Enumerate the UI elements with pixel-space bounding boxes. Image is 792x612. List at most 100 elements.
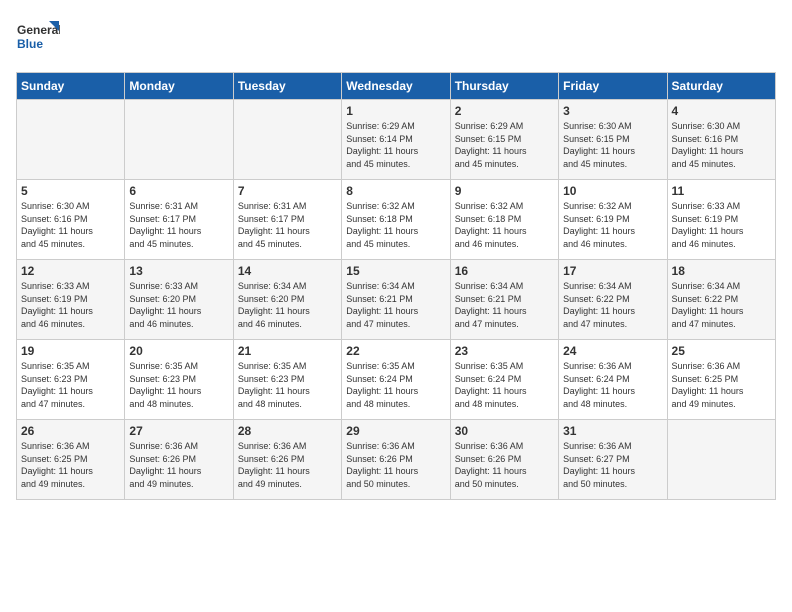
weekday-header-friday: Friday bbox=[559, 73, 667, 100]
day-info: Sunrise: 6:34 AMSunset: 6:20 PMDaylight:… bbox=[238, 280, 337, 330]
day-info: Sunrise: 6:36 AMSunset: 6:26 PMDaylight:… bbox=[238, 440, 337, 490]
day-info: Sunrise: 6:30 AMSunset: 6:15 PMDaylight:… bbox=[563, 120, 662, 170]
calendar-cell: 3 Sunrise: 6:30 AMSunset: 6:15 PMDaylight… bbox=[559, 100, 667, 180]
day-number: 6 bbox=[129, 184, 228, 198]
calendar-cell: 27 Sunrise: 6:36 AMSunset: 6:26 PMDayligh… bbox=[125, 420, 233, 500]
calendar-cell: 16 Sunrise: 6:34 AMSunset: 6:21 PMDayligh… bbox=[450, 260, 558, 340]
calendar-cell bbox=[125, 100, 233, 180]
day-number: 31 bbox=[563, 424, 662, 438]
calendar-cell bbox=[667, 420, 775, 500]
day-info: Sunrise: 6:32 AMSunset: 6:18 PMDaylight:… bbox=[455, 200, 554, 250]
calendar-cell: 6 Sunrise: 6:31 AMSunset: 6:17 PMDaylight… bbox=[125, 180, 233, 260]
day-info: Sunrise: 6:32 AMSunset: 6:19 PMDaylight:… bbox=[563, 200, 662, 250]
calendar-cell: 28 Sunrise: 6:36 AMSunset: 6:26 PMDayligh… bbox=[233, 420, 341, 500]
day-info: Sunrise: 6:30 AMSunset: 6:16 PMDaylight:… bbox=[672, 120, 771, 170]
day-info: Sunrise: 6:35 AMSunset: 6:23 PMDaylight:… bbox=[21, 360, 120, 410]
day-number: 17 bbox=[563, 264, 662, 278]
day-number: 16 bbox=[455, 264, 554, 278]
weekday-header-wednesday: Wednesday bbox=[342, 73, 450, 100]
calendar-cell: 4 Sunrise: 6:30 AMSunset: 6:16 PMDaylight… bbox=[667, 100, 775, 180]
calendar-cell: 2 Sunrise: 6:29 AMSunset: 6:15 PMDaylight… bbox=[450, 100, 558, 180]
day-number: 27 bbox=[129, 424, 228, 438]
svg-text:Blue: Blue bbox=[17, 37, 43, 51]
day-info: Sunrise: 6:36 AMSunset: 6:25 PMDaylight:… bbox=[672, 360, 771, 410]
calendar-cell: 7 Sunrise: 6:31 AMSunset: 6:17 PMDaylight… bbox=[233, 180, 341, 260]
day-number: 23 bbox=[455, 344, 554, 358]
day-info: Sunrise: 6:29 AMSunset: 6:15 PMDaylight:… bbox=[455, 120, 554, 170]
day-number: 10 bbox=[563, 184, 662, 198]
day-number: 13 bbox=[129, 264, 228, 278]
calendar-cell: 9 Sunrise: 6:32 AMSunset: 6:18 PMDaylight… bbox=[450, 180, 558, 260]
calendar-cell: 12Sunrise: 6:33 AMSunset: 6:19 PMDayligh… bbox=[17, 260, 125, 340]
day-info: Sunrise: 6:35 AMSunset: 6:23 PMDaylight:… bbox=[238, 360, 337, 410]
calendar-cell: 24Sunrise: 6:36 AMSunset: 6:24 PMDayligh… bbox=[559, 340, 667, 420]
day-number: 30 bbox=[455, 424, 554, 438]
calendar-cell: 23 Sunrise: 6:35 AMSunset: 6:24 PMDayligh… bbox=[450, 340, 558, 420]
logo-svg: General Blue bbox=[16, 16, 60, 60]
calendar-cell: 20Sunrise: 6:35 AMSunset: 6:23 PMDayligh… bbox=[125, 340, 233, 420]
calendar-week-1: 1 Sunrise: 6:29 AMSunset: 6:14 PMDaylight… bbox=[17, 100, 776, 180]
day-number: 9 bbox=[455, 184, 554, 198]
day-number: 3 bbox=[563, 104, 662, 118]
calendar-cell: 17Sunrise: 6:34 AMSunset: 6:22 PMDayligh… bbox=[559, 260, 667, 340]
day-info: Sunrise: 6:36 AMSunset: 6:27 PMDaylight:… bbox=[563, 440, 662, 490]
day-info: Sunrise: 6:36 AMSunset: 6:26 PMDaylight:… bbox=[129, 440, 228, 490]
day-info: Sunrise: 6:31 AMSunset: 6:17 PMDaylight:… bbox=[129, 200, 228, 250]
calendar-week-3: 12Sunrise: 6:33 AMSunset: 6:19 PMDayligh… bbox=[17, 260, 776, 340]
calendar-cell bbox=[17, 100, 125, 180]
calendar-cell: 31 Sunrise: 6:36 AMSunset: 6:27 PMDayligh… bbox=[559, 420, 667, 500]
day-number: 22 bbox=[346, 344, 445, 358]
weekday-header-sunday: Sunday bbox=[17, 73, 125, 100]
day-number: 24 bbox=[563, 344, 662, 358]
calendar-cell: 10 Sunrise: 6:32 AMSunset: 6:19 PMDayligh… bbox=[559, 180, 667, 260]
calendar-cell: 21 Sunrise: 6:35 AMSunset: 6:23 PMDayligh… bbox=[233, 340, 341, 420]
day-number: 11 bbox=[672, 184, 771, 198]
day-info: Sunrise: 6:29 AMSunset: 6:14 PMDaylight:… bbox=[346, 120, 445, 170]
day-info: Sunrise: 6:34 AMSunset: 6:21 PMDaylight:… bbox=[346, 280, 445, 330]
calendar-cell: 30 Sunrise: 6:36 AMSunset: 6:26 PMDayligh… bbox=[450, 420, 558, 500]
calendar-cell: 15 Sunrise: 6:34 AMSunset: 6:21 PMDayligh… bbox=[342, 260, 450, 340]
day-info: Sunrise: 6:33 AMSunset: 6:20 PMDaylight:… bbox=[129, 280, 228, 330]
day-number: 21 bbox=[238, 344, 337, 358]
day-info: Sunrise: 6:35 AMSunset: 6:23 PMDaylight:… bbox=[129, 360, 228, 410]
day-number: 5 bbox=[21, 184, 120, 198]
day-info: Sunrise: 6:32 AMSunset: 6:18 PMDaylight:… bbox=[346, 200, 445, 250]
day-info: Sunrise: 6:34 AMSunset: 6:22 PMDaylight:… bbox=[672, 280, 771, 330]
day-number: 4 bbox=[672, 104, 771, 118]
day-info: Sunrise: 6:35 AMSunset: 6:24 PMDaylight:… bbox=[455, 360, 554, 410]
day-number: 29 bbox=[346, 424, 445, 438]
weekday-header-monday: Monday bbox=[125, 73, 233, 100]
calendar-cell: 1 Sunrise: 6:29 AMSunset: 6:14 PMDaylight… bbox=[342, 100, 450, 180]
calendar-cell: 29Sunrise: 6:36 AMSunset: 6:26 PMDayligh… bbox=[342, 420, 450, 500]
calendar-week-5: 26Sunrise: 6:36 AMSunset: 6:25 PMDayligh… bbox=[17, 420, 776, 500]
calendar-header-row: SundayMondayTuesdayWednesdayThursdayFrid… bbox=[17, 73, 776, 100]
calendar-cell: 11 Sunrise: 6:33 AMSunset: 6:19 PMDayligh… bbox=[667, 180, 775, 260]
day-info: Sunrise: 6:33 AMSunset: 6:19 PMDaylight:… bbox=[21, 280, 120, 330]
logo: General Blue bbox=[16, 16, 60, 60]
day-number: 2 bbox=[455, 104, 554, 118]
weekday-header-tuesday: Tuesday bbox=[233, 73, 341, 100]
day-info: Sunrise: 6:33 AMSunset: 6:19 PMDaylight:… bbox=[672, 200, 771, 250]
calendar-body: 1 Sunrise: 6:29 AMSunset: 6:14 PMDaylight… bbox=[17, 100, 776, 500]
calendar-cell: 25Sunrise: 6:36 AMSunset: 6:25 PMDayligh… bbox=[667, 340, 775, 420]
day-info: Sunrise: 6:36 AMSunset: 6:26 PMDaylight:… bbox=[455, 440, 554, 490]
calendar-cell: 26Sunrise: 6:36 AMSunset: 6:25 PMDayligh… bbox=[17, 420, 125, 500]
day-number: 26 bbox=[21, 424, 120, 438]
calendar-cell: 13 Sunrise: 6:33 AMSunset: 6:20 PMDayligh… bbox=[125, 260, 233, 340]
calendar-cell: 8 Sunrise: 6:32 AMSunset: 6:18 PMDaylight… bbox=[342, 180, 450, 260]
calendar-table: SundayMondayTuesdayWednesdayThursdayFrid… bbox=[16, 72, 776, 500]
day-info: Sunrise: 6:31 AMSunset: 6:17 PMDaylight:… bbox=[238, 200, 337, 250]
day-number: 15 bbox=[346, 264, 445, 278]
calendar-week-4: 19 Sunrise: 6:35 AMSunset: 6:23 PMDayligh… bbox=[17, 340, 776, 420]
day-info: Sunrise: 6:34 AMSunset: 6:21 PMDaylight:… bbox=[455, 280, 554, 330]
day-info: Sunrise: 6:35 AMSunset: 6:24 PMDaylight:… bbox=[346, 360, 445, 410]
day-number: 8 bbox=[346, 184, 445, 198]
calendar-week-2: 5Sunrise: 6:30 AMSunset: 6:16 PMDaylight… bbox=[17, 180, 776, 260]
day-number: 18 bbox=[672, 264, 771, 278]
day-number: 28 bbox=[238, 424, 337, 438]
day-number: 1 bbox=[346, 104, 445, 118]
day-number: 19 bbox=[21, 344, 120, 358]
weekday-header-thursday: Thursday bbox=[450, 73, 558, 100]
calendar-cell: 22 Sunrise: 6:35 AMSunset: 6:24 PMDayligh… bbox=[342, 340, 450, 420]
day-number: 7 bbox=[238, 184, 337, 198]
